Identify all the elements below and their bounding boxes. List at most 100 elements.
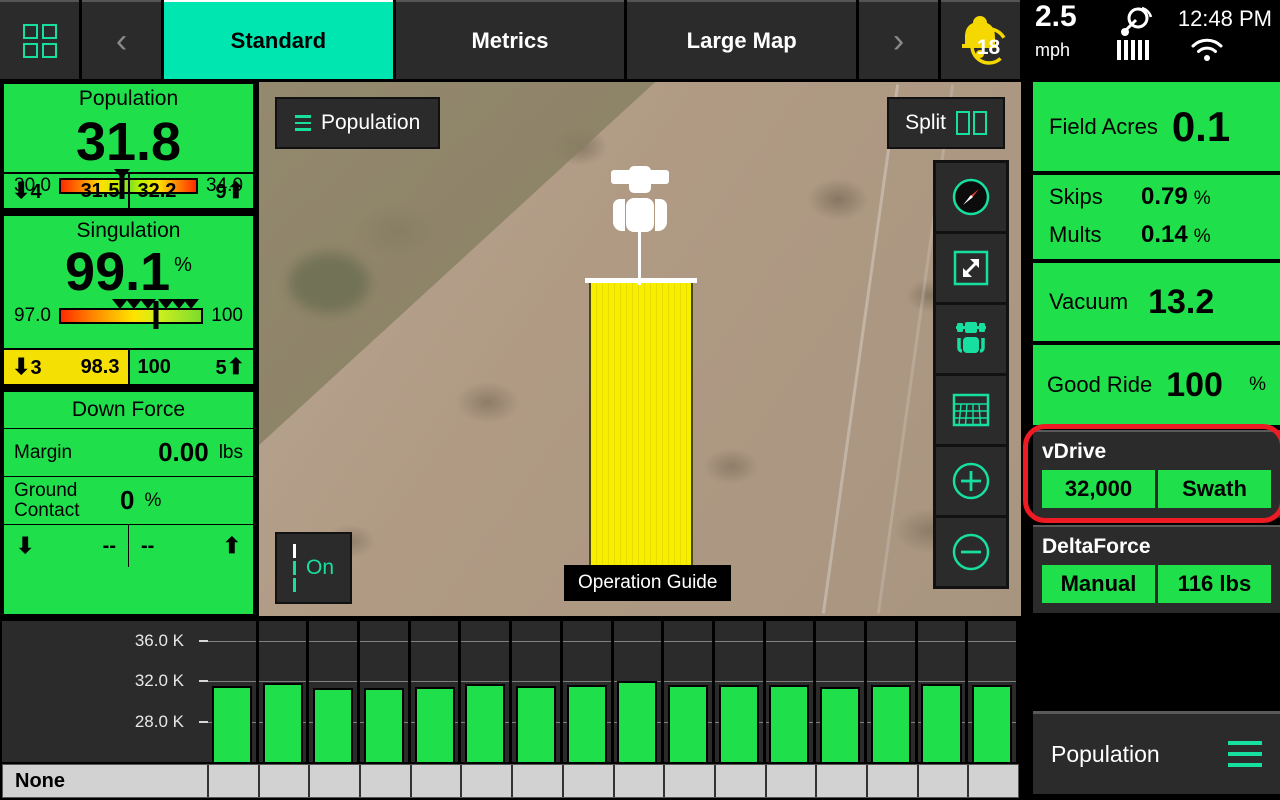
down-force-high-value: --	[141, 534, 155, 557]
chart-bar	[718, 685, 759, 762]
population-title: Population	[78, 87, 179, 110]
apps-grid-button[interactable]	[0, 0, 79, 79]
good-ride-card[interactable]: Good Ride 100 %	[1033, 345, 1280, 425]
chart-footer-cell[interactable]	[310, 765, 362, 797]
skips-mults-card[interactable]: Skips 0.79 % Mults 0.14 %	[1033, 175, 1280, 259]
chart-bar-cell[interactable]	[461, 621, 513, 762]
vacuum-label: Vacuum	[1049, 289, 1129, 314]
chart-footer-cell[interactable]	[412, 765, 463, 797]
chart-bar-cell[interactable]	[918, 621, 969, 762]
ground-contact-row: Ground Contact 0 %	[4, 477, 253, 525]
nav-back-button[interactable]: ‹	[82, 0, 161, 79]
chart-bar-cell[interactable]	[715, 621, 766, 762]
gps-satellite-icon	[1118, 6, 1154, 43]
tractor-view-button[interactable]	[936, 305, 1006, 373]
chart-bar-cell[interactable]	[968, 621, 1019, 762]
chart-footer-cell[interactable]	[564, 765, 615, 797]
chart-bar-cell[interactable]	[259, 621, 310, 762]
singulation-gauge-max: 100	[211, 305, 243, 326]
chart-bar-cell[interactable]	[816, 621, 867, 762]
chart-bar-cell[interactable]	[614, 621, 665, 762]
map-layer-button[interactable]: Population	[275, 97, 441, 149]
chart-footer-cell[interactable]	[817, 765, 868, 797]
population-menu-button[interactable]: Population	[1033, 711, 1280, 794]
chart-bar-cell[interactable]	[766, 621, 817, 762]
chart-footer-cell[interactable]	[615, 765, 666, 797]
tab-standard[interactable]: Standard	[164, 0, 393, 79]
chart-footer-cell[interactable]	[209, 765, 260, 797]
chart-footer-cell[interactable]	[513, 765, 564, 797]
chart-bar	[262, 683, 303, 762]
tab-large-map-label: Large Map	[686, 27, 797, 53]
singulation-low-cell: ⬇3 98.3	[4, 350, 130, 384]
chart-footer-cell[interactable]	[665, 765, 716, 797]
chart-bar-cell[interactable]	[360, 621, 411, 762]
singulation-card[interactable]: Singulation 99.1% 97.0 100 ⬇3 98.3 100 5…	[2, 214, 255, 386]
compass-button[interactable]	[936, 163, 1006, 231]
vacuum-card[interactable]: Vacuum 13.2	[1033, 263, 1280, 341]
nav-forward-button[interactable]: ›	[859, 0, 939, 79]
chart-bar-cell[interactable]	[664, 621, 715, 762]
down-force-card[interactable]: Down Force Margin 0.00 lbs Ground Contac…	[2, 390, 255, 616]
skips-label: Skips	[1049, 184, 1103, 209]
chart-bar	[313, 688, 354, 762]
down-force-minmax-row: ⬇ -- -- ⬆	[4, 525, 253, 567]
margin-label: Margin	[14, 441, 73, 463]
notifications-button[interactable]: 18	[941, 0, 1021, 79]
vacuum-value: 13.2	[1148, 282, 1215, 321]
chart-bar-cell[interactable]	[563, 621, 614, 762]
chart-bar-cell[interactable]	[867, 621, 918, 762]
down-force-margin-row: Margin 0.00 lbs	[4, 429, 253, 477]
field-acres-card[interactable]: Field Acres 0.1	[1033, 82, 1280, 171]
chart-plot-area: 36.0 K 32.0 K 28.0 K	[2, 621, 1019, 762]
fullscreen-button[interactable]	[936, 234, 1006, 302]
chart-footer-cell[interactable]	[361, 765, 412, 797]
ground-contact-value: 0	[120, 485, 135, 515]
grid-apps-icon	[22, 23, 57, 58]
up-arrow-icon: ⬆	[222, 533, 241, 558]
field-grid-button[interactable]	[936, 376, 1006, 444]
good-ride-value: 100	[1166, 365, 1223, 404]
chart-footer-cell[interactable]	[767, 765, 818, 797]
tab-metrics-label: Metrics	[471, 27, 549, 53]
chart-footer-cell[interactable]	[716, 765, 767, 797]
tab-large-map[interactable]: Large Map	[627, 0, 857, 79]
clock-time: 12:48 PM	[1177, 6, 1272, 31]
population-card[interactable]: Population 31.8 30.0 34.0 ⬇4 31.5 32.2 9…	[2, 82, 255, 210]
chevron-right-icon: ›	[892, 21, 905, 60]
deltaforce-value-button[interactable]: 116 lbs	[1158, 565, 1271, 603]
singulation-high-cell: 100 5⬆	[130, 350, 254, 384]
top-navigation-bar: ‹ Standard Metrics Large Map › 18	[0, 0, 1021, 79]
vdrive-mode-button[interactable]: Swath	[1158, 470, 1271, 508]
chart-bar-cell[interactable]	[309, 621, 361, 762]
chart-footer-cell[interactable]	[260, 765, 311, 797]
deltaforce-mode-button[interactable]: Manual	[1042, 565, 1155, 603]
bell-icon: 18	[951, 15, 1011, 67]
chevron-left-icon: ‹	[115, 21, 128, 60]
chart-footer-cell[interactable]	[868, 765, 919, 797]
chart-y-tick-label: 36.0 K	[134, 631, 184, 651]
map-controls-group-top	[933, 160, 1009, 447]
zoom-out-button[interactable]	[936, 518, 1006, 586]
singulation-gauge-needle	[153, 301, 159, 329]
chart-footer-cell[interactable]	[969, 765, 1018, 797]
singulation-high-rows: 5	[215, 357, 227, 379]
chart-bar-cell[interactable]	[512, 621, 563, 762]
split-view-button[interactable]: Split	[887, 97, 1005, 149]
zoom-out-icon	[952, 533, 990, 571]
population-high-rows: 9	[215, 181, 227, 203]
vdrive-rate-button[interactable]: 32,000	[1042, 470, 1155, 508]
chart-bar	[769, 685, 810, 762]
chart-bar-cell[interactable]	[208, 621, 259, 762]
field-map[interactable]: Population Split On Operation Guide	[259, 82, 1021, 616]
chart-bar	[211, 686, 252, 762]
row-population-chart[interactable]: 36.0 K 32.0 K 28.0 K None	[0, 619, 1021, 800]
section-control-toggle[interactable]: On	[275, 532, 353, 604]
singulation-value: 99.1%	[65, 242, 192, 302]
tab-metrics[interactable]: Metrics	[395, 0, 625, 79]
chart-footer-cell[interactable]	[919, 765, 970, 797]
zoom-in-button[interactable]	[936, 447, 1006, 515]
tractor-planter-icon	[611, 166, 669, 250]
chart-bar-cell[interactable]	[411, 621, 462, 762]
chart-footer-cell[interactable]	[462, 765, 514, 797]
